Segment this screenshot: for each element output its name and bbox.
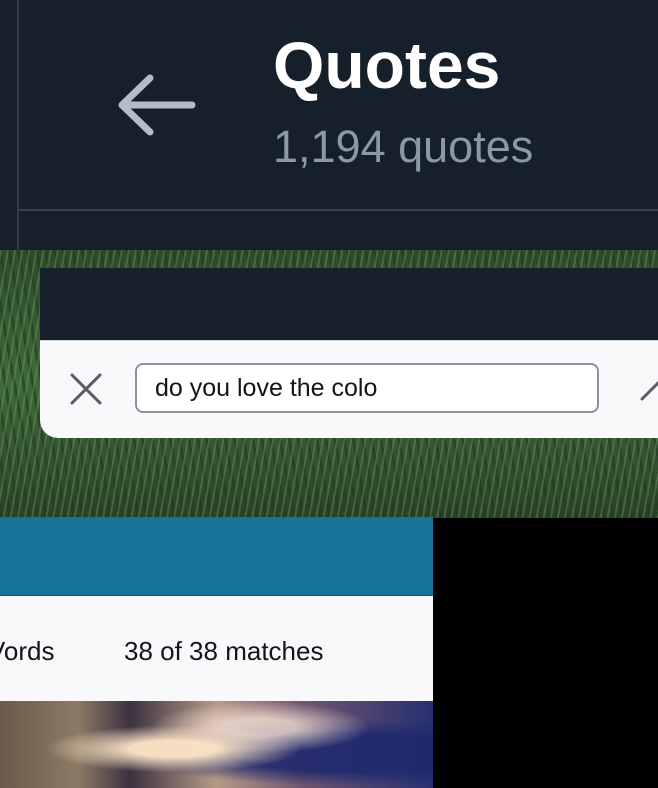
toolbar-strip [0, 517, 433, 597]
close-icon [70, 373, 102, 405]
page-title: Quotes [273, 28, 501, 102]
find-status-bar: Vords 38 of 38 matches [0, 596, 433, 701]
close-find-button[interactable] [68, 371, 104, 407]
chevron-up-icon [640, 380, 658, 401]
find-previous-button[interactable] [636, 371, 658, 411]
match-count: 38 of 38 matches [124, 636, 324, 666]
header-panel: Quotes 1,194 quotes [0, 0, 658, 294]
find-input[interactable] [135, 363, 599, 413]
find-bar [40, 340, 658, 438]
quote-count: 1,194 quotes [273, 121, 534, 172]
header-divider [19, 209, 658, 211]
background-photo [0, 701, 433, 788]
back-button[interactable] [112, 70, 202, 140]
column-divider [17, 0, 19, 268]
arrow-left-icon [118, 74, 196, 136]
find-bar-panel [40, 268, 658, 438]
whole-words-label[interactable]: Vords [0, 636, 55, 667]
